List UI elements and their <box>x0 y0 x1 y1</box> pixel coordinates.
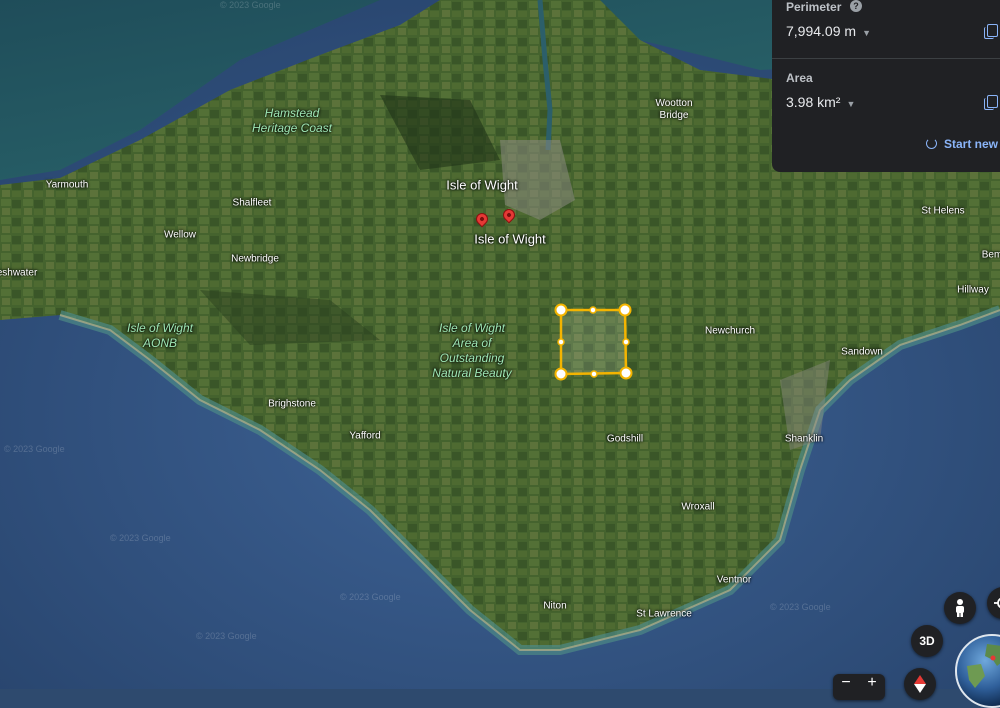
park-label-iow-area-outstanding[interactable]: Isle of Wight Area of Outstanding Natura… <box>432 321 511 381</box>
place-label-st-helens[interactable]: St Helens <box>921 206 964 217</box>
pegman-icon <box>956 599 964 617</box>
place-label-sandown[interactable]: Sandown <box>841 347 883 358</box>
help-icon[interactable]: ? <box>850 0 862 12</box>
park-label-iow-aonb[interactable]: Isle of Wight AONB <box>127 321 193 351</box>
place-label-yarmouth[interactable]: Yarmouth <box>46 180 89 191</box>
place-label-niton[interactable]: Niton <box>543 601 566 612</box>
restart-icon <box>926 138 937 149</box>
polygon-midpoint[interactable] <box>622 338 630 346</box>
measure-panel: Perimeter ? 7,994.09 m ▼ Area 3.98 km² ▼ S… <box>772 0 1000 172</box>
place-label-shanklin[interactable]: Shanklin <box>785 434 823 445</box>
place-label-bembridge[interactable]: Bem <box>982 250 1000 261</box>
toggle-3d-button[interactable]: 3D <box>911 625 943 657</box>
place-label-wellow[interactable]: Wellow <box>164 230 196 241</box>
copy-icon[interactable] <box>984 24 998 39</box>
zoom-out-button[interactable]: − <box>841 674 850 692</box>
park-label-hamstead[interactable]: Hamstead Heritage Coast <box>252 106 332 136</box>
google-watermark: © 2023 Google <box>220 0 281 10</box>
polygon-vertex[interactable] <box>618 303 632 317</box>
place-label-isle-of-wight-pin[interactable]: Isle of Wight <box>474 232 546 247</box>
google-watermark: © 2023 Google <box>4 444 65 454</box>
place-label-shalfleet[interactable]: Shalfleet <box>233 198 272 209</box>
place-label-wootton-bridge[interactable]: Wootton Bridge <box>655 98 692 122</box>
polygon-midpoint[interactable] <box>589 306 597 314</box>
place-label-godshill[interactable]: Godshill <box>607 434 643 445</box>
unit-dropdown-icon[interactable]: ▼ <box>846 99 855 109</box>
copy-icon[interactable] <box>984 95 998 110</box>
polygon-midpoint[interactable] <box>590 370 598 378</box>
perimeter-label: Perimeter <box>786 0 842 14</box>
place-label-newchurch[interactable]: Newchurch <box>705 326 755 337</box>
area-value-text: 3.98 km² <box>786 94 841 110</box>
start-new-button[interactable]: Start new <box>926 137 998 151</box>
crosshair-icon <box>994 597 1000 609</box>
zoom-in-button[interactable]: + <box>867 674 876 692</box>
polygon-midpoint[interactable] <box>557 338 565 346</box>
place-label-brighstone[interactable]: Brighstone <box>268 399 316 410</box>
area-value[interactable]: 3.98 km² ▼ <box>786 94 855 110</box>
polygon-vertex[interactable] <box>619 366 633 380</box>
zoom-control: − + <box>833 674 885 700</box>
measured-polygon[interactable] <box>559 308 628 376</box>
polygon-vertex[interactable] <box>554 367 568 381</box>
google-watermark: © 2023 Google <box>110 533 171 543</box>
compass-button[interactable] <box>904 668 936 700</box>
place-label-wroxall[interactable]: Wroxall <box>681 502 714 513</box>
google-watermark: © 2023 Google <box>340 592 401 602</box>
area-label: Area <box>786 71 813 85</box>
panel-divider <box>772 58 1000 59</box>
google-watermark: © 2023 Google <box>770 602 831 612</box>
pegman-button[interactable] <box>944 592 976 624</box>
place-label-hillway[interactable]: Hillway <box>957 285 989 296</box>
perimeter-value-text: 7,994.09 m <box>786 23 857 39</box>
google-watermark: © 2023 Google <box>196 631 257 641</box>
place-label-freshwater[interactable]: eshwater <box>0 268 37 279</box>
perimeter-value[interactable]: 7,994.09 m ▼ <box>786 23 871 39</box>
start-new-label: Start new <box>944 137 999 151</box>
place-label-st-lawrence[interactable]: St Lawrence <box>636 609 692 620</box>
place-label-yafford[interactable]: Yafford <box>349 431 380 442</box>
polygon-vertex[interactable] <box>554 303 568 317</box>
place-label-isle-of-wight[interactable]: Isle of Wight <box>446 178 518 193</box>
place-label-newbridge[interactable]: Newbridge <box>231 254 279 265</box>
place-label-ventnor[interactable]: Ventnor <box>717 575 751 586</box>
unit-dropdown-icon[interactable]: ▼ <box>862 28 871 38</box>
compass-icon <box>914 675 926 693</box>
globe-continents <box>967 644 1000 688</box>
